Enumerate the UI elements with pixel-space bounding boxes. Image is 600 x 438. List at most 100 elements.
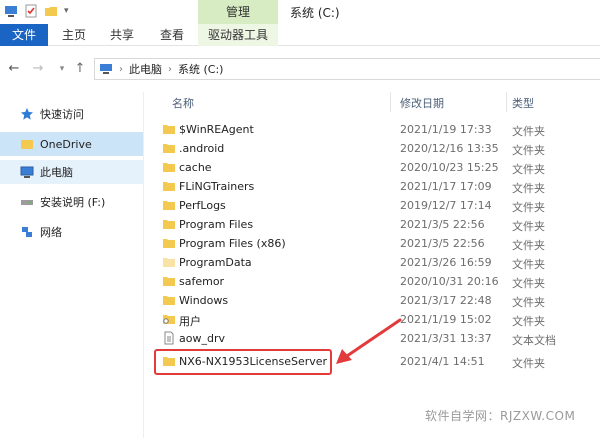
folder-icon (163, 201, 175, 210)
file-type: 文件夹 (512, 163, 545, 176)
file-name: Windows (179, 294, 229, 307)
file-date: 2020/10/31 20:16 (400, 275, 499, 288)
nav-item-this-pc[interactable]: 此电脑 (0, 160, 143, 184)
file-type: 文件夹 (512, 258, 545, 271)
file-type: 文件夹 (512, 144, 545, 157)
file-date: 2021/1/17 17:09 (400, 180, 492, 193)
file-type: 文件夹 (512, 182, 545, 195)
file-name: Program Files (179, 218, 254, 231)
folder-icon (163, 239, 175, 248)
title-bar: ▾ 管理 系统 (C:) (0, 0, 600, 24)
column-header: 名称 修改日期 类型 (150, 92, 600, 112)
file-name: PerfLogs (179, 199, 226, 212)
file-type: 文件夹 (512, 201, 545, 214)
breadcrumb-system-c[interactable]: 系统 (C:) (178, 61, 223, 77)
file-row[interactable]: $WinREAgent 2021/1/19 17:33 文件夹 (150, 120, 600, 139)
file-row[interactable]: PerfLogs 2019/12/7 17:14 文件夹 (150, 196, 600, 215)
file-type: 文件夹 (512, 357, 545, 370)
navigation-pane: 快速访问 OneDrive 此电脑 安装说明 (F:) 网络 (0, 92, 144, 438)
network-icon (22, 227, 32, 237)
user-folder-icon (163, 315, 175, 324)
file-type: 文件夹 (512, 296, 545, 309)
window-title: 系统 (C:) (290, 6, 340, 20)
nav-item-install-drive[interactable]: 安装说明 (F:) (0, 190, 143, 214)
tab-drive-tools[interactable]: 驱动器工具 (198, 24, 278, 46)
file-date: 2019/12/7 17:14 (400, 199, 492, 212)
file-date: 2021/1/19 15:02 (400, 313, 492, 326)
file-type: 文件夹 (512, 315, 545, 328)
nav-item-network[interactable]: 网络 (0, 220, 143, 244)
nav-item-quick-access[interactable]: 快速访问 (0, 102, 143, 126)
file-type: 文件夹 (512, 220, 545, 233)
tab-home[interactable]: 主页 (58, 24, 90, 46)
tab-manage[interactable]: 管理 (198, 0, 278, 24)
watermark: 软件自学网：RJZXW.COM (425, 409, 576, 423)
file-name: .android (179, 142, 225, 155)
customize-qat-icon[interactable]: ▾ (64, 6, 69, 16)
file-row[interactable]: .android 2020/12/16 13:35 文件夹 (150, 139, 600, 158)
file-date: 2020/12/16 13:35 (400, 142, 499, 155)
forward-arrow-icon[interactable]: → (30, 60, 46, 78)
properties-check-icon[interactable] (24, 4, 38, 18)
nav-item-label: OneDrive (40, 137, 92, 151)
file-date: 2020/10/23 15:25 (400, 161, 499, 174)
tab-share[interactable]: 共享 (106, 24, 138, 46)
ribbon-tabs: 文件 主页 共享 查看 驱动器工具 (0, 24, 600, 46)
file-date: 2021/3/26 16:59 (400, 256, 492, 269)
computer-icon (100, 64, 112, 74)
file-row[interactable]: 用户 2021/1/19 15:02 文件夹 (150, 310, 600, 329)
nav-item-label: 网络 (40, 226, 62, 239)
file-name: 用户 (179, 315, 201, 328)
folder-icon (163, 296, 175, 305)
drive-icon (21, 200, 33, 205)
folder-icon (163, 220, 175, 229)
file-name: FLiNGTrainers (179, 180, 255, 193)
folder-light-icon (163, 258, 175, 267)
file-date: 2021/3/5 22:56 (400, 237, 485, 250)
breadcrumb-chevron-icon[interactable]: › (119, 64, 123, 75)
new-folder-icon[interactable] (44, 4, 58, 18)
file-row[interactable]: Program Files 2021/3/5 22:56 文件夹 (150, 215, 600, 234)
recent-locations-chevron-icon[interactable]: ▾ (54, 60, 70, 78)
address-bar[interactable]: › 此电脑 › 系统 (C:) (94, 58, 600, 80)
file-row[interactable]: Windows 2021/3/17 22:48 文件夹 (150, 291, 600, 310)
nav-item-onedrive[interactable]: OneDrive (0, 132, 143, 156)
up-arrow-icon[interactable]: ↑ (72, 60, 88, 78)
file-type: 文件夹 (512, 277, 545, 290)
folder-icon (163, 125, 175, 134)
file-name: ProgramData (179, 256, 252, 269)
tab-view[interactable]: 查看 (156, 24, 188, 46)
file-type: 文件夹 (512, 239, 545, 252)
file-name: $WinREAgent (179, 123, 254, 136)
file-row[interactable]: ProgramData 2021/3/26 16:59 文件夹 (150, 253, 600, 272)
file-list: 名称 修改日期 类型 $WinREAgent 2021/1/19 17:33 文… (150, 92, 600, 438)
column-type[interactable]: 类型 (512, 95, 534, 111)
nav-item-label: 安装说明 (F:) (40, 196, 106, 209)
breadcrumb-this-pc[interactable]: 此电脑 (129, 61, 162, 77)
nav-item-label: 快速访问 (40, 108, 84, 121)
file-type: 文件夹 (512, 125, 545, 138)
file-name: aow_drv (179, 332, 225, 345)
file-date: 2021/3/5 22:56 (400, 218, 485, 231)
computer-small-icon[interactable] (4, 4, 18, 18)
text-file-icon (164, 331, 174, 345)
file-date: 2021/3/17 22:48 (400, 294, 492, 307)
file-row[interactable]: FLiNGTrainers 2021/1/17 17:09 文件夹 (150, 177, 600, 196)
back-arrow-icon[interactable]: ← (6, 60, 22, 78)
tab-file[interactable]: 文件 (0, 24, 48, 46)
column-name[interactable]: 名称 (172, 95, 194, 111)
cloud-icon (21, 140, 33, 149)
quick-access-toolbar: ▾ (4, 4, 69, 18)
file-type: 文本文档 (512, 334, 556, 347)
file-row[interactable]: cache 2020/10/23 15:25 文件夹 (150, 158, 600, 177)
file-row[interactable]: safemor 2020/10/31 20:16 文件夹 (150, 272, 600, 291)
file-row[interactable]: Program Files (x86) 2021/3/5 22:56 文件夹 (150, 234, 600, 253)
folder-icon (163, 182, 175, 191)
breadcrumb-chevron-icon[interactable]: › (168, 64, 172, 75)
file-date: 2021/3/31 13:37 (400, 332, 492, 345)
file-row[interactable]: aow_drv 2021/3/31 13:37 文本文档 (150, 329, 600, 348)
file-date: 2021/1/19 17:33 (400, 123, 492, 136)
column-date[interactable]: 修改日期 (400, 95, 444, 111)
annotation-highlight-box (154, 349, 332, 375)
file-name: Program Files (x86) (179, 237, 286, 250)
